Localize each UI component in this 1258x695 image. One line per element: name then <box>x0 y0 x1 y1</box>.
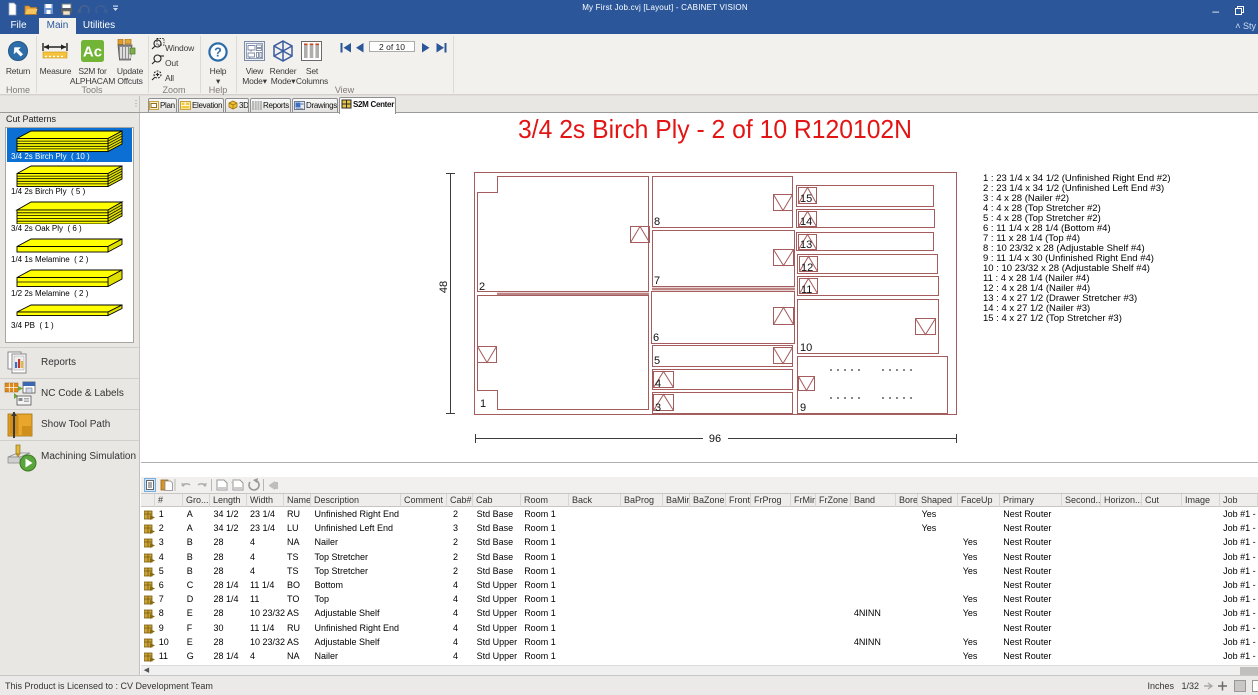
svg-text:2: 2 <box>479 281 485 293</box>
svg-text:11: 11 <box>801 284 812 296</box>
svg-text:7: 7 <box>654 275 660 287</box>
svg-text:3: 3 <box>655 402 661 414</box>
svg-text:1: 1 <box>480 398 486 410</box>
svg-text:96: 96 <box>709 433 721 445</box>
svg-text:12: 12 <box>801 262 813 274</box>
svg-text:?: ? <box>214 46 222 60</box>
svg-text:6: 6 <box>653 332 659 344</box>
svg-text:14: 14 <box>800 216 812 228</box>
svg-text:13: 13 <box>800 239 812 251</box>
svg-text:15: 15 <box>800 193 812 205</box>
svg-text:Ac: Ac <box>83 44 102 61</box>
svg-text:10: 10 <box>800 342 812 354</box>
svg-text:3/4 2s Birch Ply - 2 of 10 R12: 3/4 2s Birch Ply - 2 of 10 R120102N <box>518 114 912 144</box>
svg-text:48: 48 <box>438 281 450 293</box>
svg-text:9: 9 <box>800 402 806 414</box>
svg-text:4: 4 <box>655 378 661 390</box>
svg-text:5: 5 <box>654 355 660 367</box>
svg-text:8: 8 <box>654 216 660 228</box>
svg-text:15 : 4 x 27 1/2 (Top Stretcher: 15 : 4 x 27 1/2 (Top Stretcher #3) <box>983 313 1122 324</box>
